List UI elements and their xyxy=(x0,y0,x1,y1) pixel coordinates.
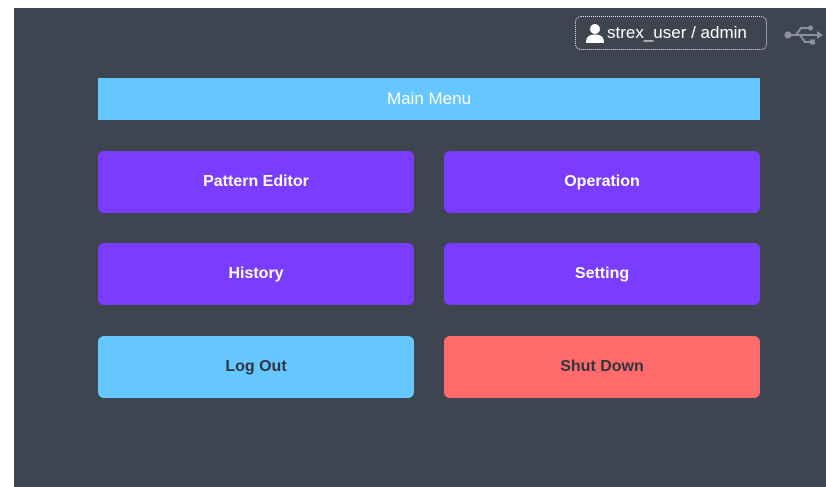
operation-button[interactable]: Operation xyxy=(444,151,760,213)
history-button[interactable]: History xyxy=(98,243,414,305)
log-out-button[interactable]: Log Out xyxy=(98,336,414,398)
main-menu-screen: strex_user / admin Main Menu Pattern Edi… xyxy=(14,8,826,487)
main-menu-title: Main Menu xyxy=(98,78,760,120)
setting-button[interactable]: Setting xyxy=(444,243,760,305)
user-label: strex_user / admin xyxy=(607,23,747,42)
shut-down-button[interactable]: Shut Down xyxy=(444,336,760,398)
usb-icon xyxy=(784,24,824,46)
pattern-editor-button[interactable]: Pattern Editor xyxy=(98,151,414,213)
user-badge[interactable]: strex_user / admin xyxy=(575,16,767,50)
user-icon xyxy=(586,23,604,43)
